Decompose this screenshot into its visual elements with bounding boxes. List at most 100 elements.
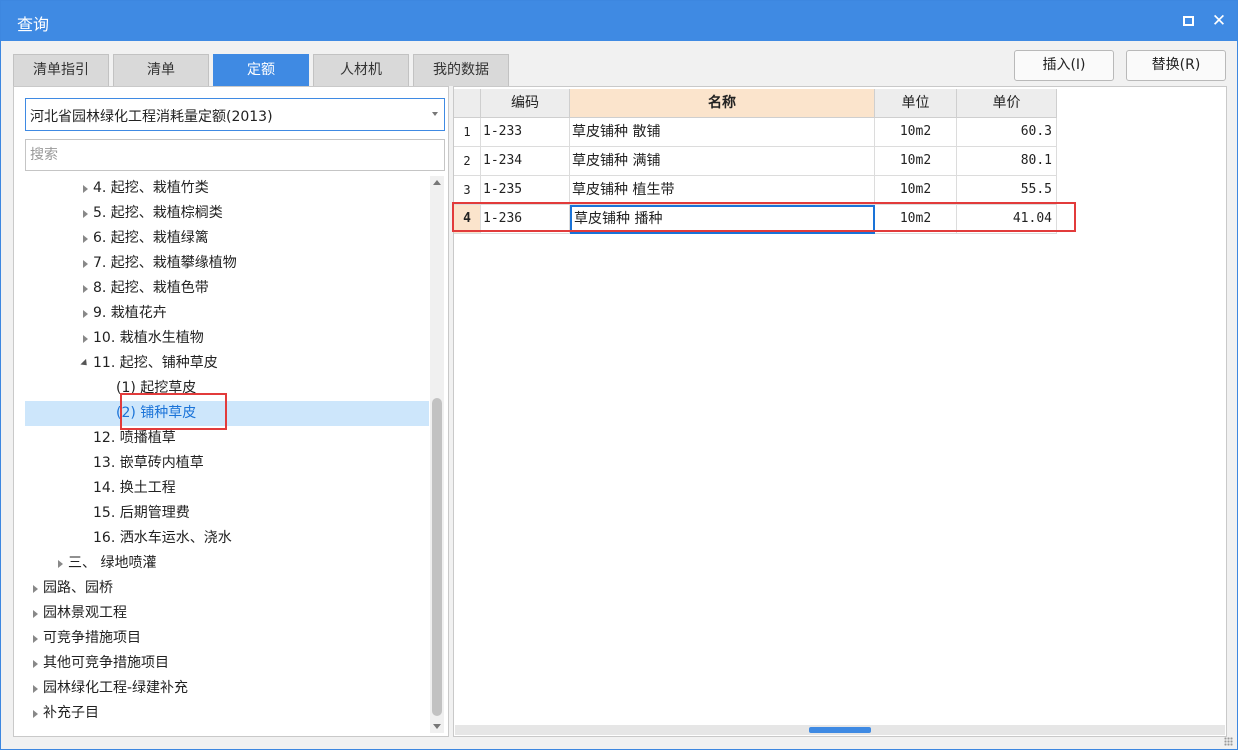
tree-item-label: 园路、园桥: [43, 580, 113, 596]
cell-price[interactable]: 41.04: [957, 205, 1057, 234]
expand-right-icon[interactable]: [29, 676, 41, 701]
expand-right-icon[interactable]: [29, 626, 41, 651]
expand-down-icon[interactable]: [79, 351, 91, 376]
tree-item-label: 园林景观工程: [43, 605, 127, 621]
window-title: 查询: [17, 15, 50, 34]
tree-item[interactable]: 14. 换土工程: [25, 476, 429, 501]
search-input[interactable]: [25, 139, 445, 171]
tree-item[interactable]: 可竞争措施项目: [25, 626, 429, 651]
tree-item[interactable]: 12. 喷播植草: [25, 426, 429, 451]
row-number[interactable]: 4: [454, 205, 481, 234]
title-bar[interactable]: 查询 ✕: [1, 1, 1237, 41]
tree-item[interactable]: 8. 起挖、栽植色带: [25, 276, 429, 301]
cell-name[interactable]: 草皮铺种 满铺: [570, 147, 875, 176]
header-code[interactable]: 编码: [481, 89, 570, 118]
tree-item[interactable]: 园林绿化工程-绿建补充: [25, 676, 429, 701]
expand-right-icon[interactable]: [79, 301, 91, 326]
splitter-grip-icon[interactable]: [809, 727, 871, 733]
cell-name[interactable]: 草皮铺种 植生带: [570, 176, 875, 205]
query-dialog: 查询 ✕ 清单指引 清单 定额 人材机 我的数据 插入(I) 替换(R) 河北省…: [0, 0, 1238, 750]
tree-item[interactable]: 7. 起挖、栽植攀缘植物: [25, 251, 429, 276]
quota-tree: 4. 起挖、栽植竹类 5. 起挖、栽植棕榈类 6. 起挖、栽植绿篱 7. 起挖、栽植攀…: [25, 176, 429, 733]
tab-quota[interactable]: 定额: [213, 54, 309, 86]
insert-button[interactable]: 插入(I): [1014, 50, 1114, 81]
chevron-down-icon[interactable]: [432, 112, 438, 116]
maximize-icon[interactable]: [1176, 9, 1200, 33]
tree-item-label: 6. 起挖、栽植绿篱: [93, 230, 209, 246]
header-unit[interactable]: 单位: [875, 89, 957, 118]
tree-item[interactable]: 9. 栽植花卉: [25, 301, 429, 326]
expand-right-icon[interactable]: [79, 276, 91, 301]
expand-right-icon[interactable]: [79, 326, 91, 351]
cell-unit[interactable]: 10m2: [875, 205, 957, 234]
expand-right-icon[interactable]: [29, 576, 41, 601]
table-hscrollbar[interactable]: [455, 725, 1225, 735]
tree-item[interactable]: 16. 洒水车运水、浇水: [25, 526, 429, 551]
header-name[interactable]: 名称: [570, 89, 875, 118]
tree-item[interactable]: 补充子目: [25, 701, 429, 726]
cell-name[interactable]: 草皮铺种 播种: [570, 205, 875, 234]
tree-item[interactable]: 园林景观工程: [25, 601, 429, 626]
tab-labor-material-machine[interactable]: 人材机: [313, 54, 409, 86]
tree-item-label: 11. 起挖、铺种草皮: [93, 355, 218, 371]
cell-price[interactable]: 60.3: [957, 118, 1057, 147]
tree-item[interactable]: 10. 栽植水生植物: [25, 326, 429, 351]
expand-right-icon[interactable]: [79, 251, 91, 276]
cell-code[interactable]: 1-236: [481, 205, 570, 234]
tab-my-data[interactable]: 我的数据: [413, 54, 509, 86]
cell-code[interactable]: 1-233: [481, 118, 570, 147]
expand-right-icon[interactable]: [29, 601, 41, 626]
tree-item-label: 15. 后期管理费: [93, 505, 190, 521]
tree-item[interactable]: 4. 起挖、栽植竹类: [25, 176, 429, 201]
cell-unit[interactable]: 10m2: [875, 147, 957, 176]
row-number[interactable]: 3: [454, 176, 481, 205]
expand-right-icon[interactable]: [79, 226, 91, 251]
tree-item[interactable]: 其他可竞争措施项目: [25, 651, 429, 676]
tree-item[interactable]: 13. 嵌草砖内植草: [25, 451, 429, 476]
row-number[interactable]: 1: [454, 118, 481, 147]
scroll-down-icon[interactable]: [433, 724, 441, 729]
tree-item-label: 10. 栽植水生植物: [93, 330, 204, 346]
tree-item[interactable]: (1) 起挖草皮: [25, 376, 429, 401]
close-icon[interactable]: ✕: [1207, 9, 1231, 33]
cell-unit[interactable]: 10m2: [875, 176, 957, 205]
tree-scrollbar[interactable]: [430, 176, 444, 733]
tree-item[interactable]: 15. 后期管理费: [25, 501, 429, 526]
tree-item[interactable]: 5. 起挖、栽植棕榈类: [25, 201, 429, 226]
quota-tree-panel: 河北省园林绿化工程消耗量定额(2013) 4. 起挖、栽植竹类 5. 起挖、栽植棕…: [13, 86, 449, 737]
cell-code[interactable]: 1-234: [481, 147, 570, 176]
expand-right-icon[interactable]: [54, 551, 66, 576]
tree-item-label: 7. 起挖、栽植攀缘植物: [93, 255, 237, 271]
expand-right-icon[interactable]: [79, 201, 91, 226]
expand-right-icon[interactable]: [79, 176, 91, 201]
tree-item-label: 可竞争措施项目: [43, 630, 141, 646]
tree-item[interactable]: (2) 铺种草皮: [25, 401, 429, 426]
tree-item[interactable]: 三、 绿地喷灌: [25, 551, 429, 576]
tree-item[interactable]: 6. 起挖、栽植绿篱: [25, 226, 429, 251]
header-rownum: [454, 89, 481, 118]
expand-right-icon[interactable]: [29, 651, 41, 676]
cell-name[interactable]: 草皮铺种 散铺: [570, 118, 875, 147]
cell-price[interactable]: 80.1: [957, 147, 1057, 176]
cell-code[interactable]: 1-235: [481, 176, 570, 205]
tree-item-label: 12. 喷播植草: [93, 430, 176, 446]
tree-item-label: 13. 嵌草砖内植草: [93, 455, 204, 471]
tree-item-label: 三、 绿地喷灌: [68, 555, 157, 571]
tab-list-guide[interactable]: 清单指引: [13, 54, 109, 86]
row-number[interactable]: 2: [454, 147, 481, 176]
tree-item[interactable]: 11. 起挖、铺种草皮: [25, 351, 429, 376]
header-price[interactable]: 单价: [957, 89, 1057, 118]
quota-table-panel: 编码 名称 单位 单价 1 1-233 草皮铺种 散铺 10m2 60.3 2 1-234 草…: [452, 86, 1227, 737]
tree-item-label: 14. 换土工程: [93, 480, 176, 496]
expand-right-icon[interactable]: [29, 701, 41, 726]
tree-item-label: 8. 起挖、栽植色带: [93, 280, 209, 296]
library-select[interactable]: 河北省园林绿化工程消耗量定额(2013): [25, 98, 445, 131]
tab-list[interactable]: 清单: [113, 54, 209, 86]
cell-unit[interactable]: 10m2: [875, 118, 957, 147]
scrollbar-thumb[interactable]: [432, 398, 442, 716]
scroll-up-icon[interactable]: [433, 180, 441, 185]
replace-button[interactable]: 替换(R): [1126, 50, 1226, 81]
resize-grip-icon[interactable]: [1224, 737, 1233, 746]
cell-price[interactable]: 55.5: [957, 176, 1057, 205]
tree-item[interactable]: 园路、园桥: [25, 576, 429, 601]
